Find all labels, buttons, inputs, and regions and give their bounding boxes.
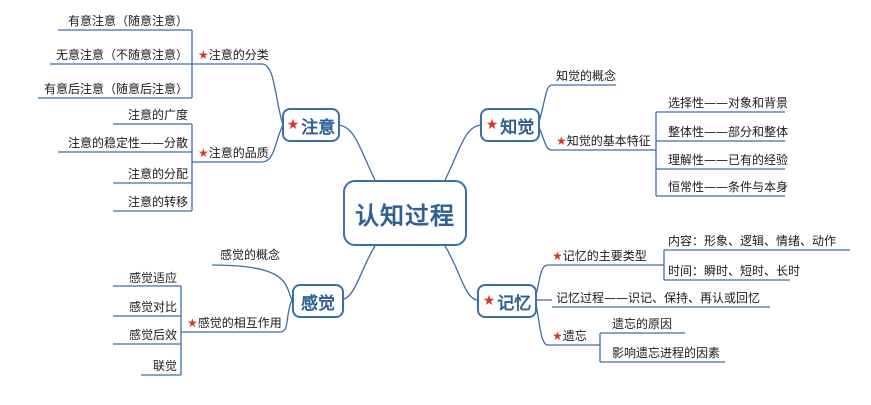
attention-quality: ★注意的品质 [198, 145, 269, 161]
list-item: 感觉后效 [128, 328, 177, 342]
star-icon: ★ [552, 249, 563, 263]
center-node: 认知过程 [343, 180, 467, 246]
sensation-concept: 感觉的概念 [220, 248, 281, 262]
star-icon: ★ [482, 293, 496, 309]
center-label: 认知过程 [355, 201, 455, 230]
list-item: 注意的分配 [127, 167, 188, 181]
list-item: 感觉对比 [128, 300, 177, 314]
branch-perception: ★ 知觉 [480, 108, 540, 142]
list-item: 内容：形象、逻辑、情绪、动作 [668, 234, 837, 248]
star-icon: ★ [187, 316, 198, 330]
branch-memory: ★ 记忆 [477, 284, 537, 318]
sensation-interaction-label: 感觉的相互作用 [197, 316, 282, 330]
list-item: 选择性——对象和背景 [668, 96, 789, 110]
list-item: 注意的广度 [127, 108, 188, 122]
branch-attention-label: 注意 [301, 117, 336, 138]
list-item: 有意后注意（随意后注意） [43, 82, 188, 96]
list-item: 整体性——部分和整体 [668, 125, 789, 139]
perception-features-label: 知觉的基本特征 [566, 134, 651, 148]
branch-sensation-label: 感觉 [301, 293, 335, 314]
memory-types-label: 记忆的主要类型 [562, 249, 647, 263]
memory-forgetting-label: 遗忘 [562, 329, 587, 343]
sensation-interaction: ★感觉的相互作用 [187, 315, 282, 331]
perception-concept: 知觉的概念 [556, 69, 617, 83]
star-icon: ★ [198, 146, 209, 160]
star-icon: ★ [556, 134, 567, 148]
star-icon: ★ [552, 329, 563, 343]
attention-quality-label: 注意的品质 [208, 146, 269, 160]
list-item: 无意注意（不随意注意） [55, 48, 188, 62]
list-item: 影响遗忘进程的因素 [612, 346, 721, 360]
attention-classification-label: 注意的分类 [208, 48, 269, 62]
perception-features: ★知觉的基本特征 [556, 133, 651, 149]
memory-types: ★记忆的主要类型 [552, 248, 647, 264]
branch-memory-label: 记忆 [497, 293, 532, 314]
list-item: 时间：瞬时、短时、长时 [668, 264, 801, 278]
star-icon: ★ [485, 117, 499, 133]
star-icon: ★ [286, 117, 300, 133]
list-item: 遗忘的原因 [612, 317, 673, 331]
attention-classification: ★注意的分类 [198, 47, 269, 63]
list-item: 注意的稳定性——分散 [67, 136, 188, 150]
star-icon: ★ [198, 48, 209, 62]
list-item: 理解性——已有的经验 [668, 153, 789, 167]
list-item: 注意的转移 [127, 195, 188, 209]
list-item: 联觉 [152, 359, 177, 373]
memory-process: 记忆过程——识记、保持、再认或回忆 [556, 291, 761, 305]
list-item: 有意注意（随意注意） [67, 14, 188, 28]
branch-sensation: 感觉 [292, 284, 344, 318]
list-item: 恒常性——条件与本身 [668, 180, 789, 194]
branch-attention: ★ 注意 [282, 108, 340, 142]
branch-perception-label: 知觉 [500, 117, 535, 138]
list-item: 感觉适应 [128, 271, 177, 285]
memory-forgetting: ★遗忘 [552, 328, 587, 344]
